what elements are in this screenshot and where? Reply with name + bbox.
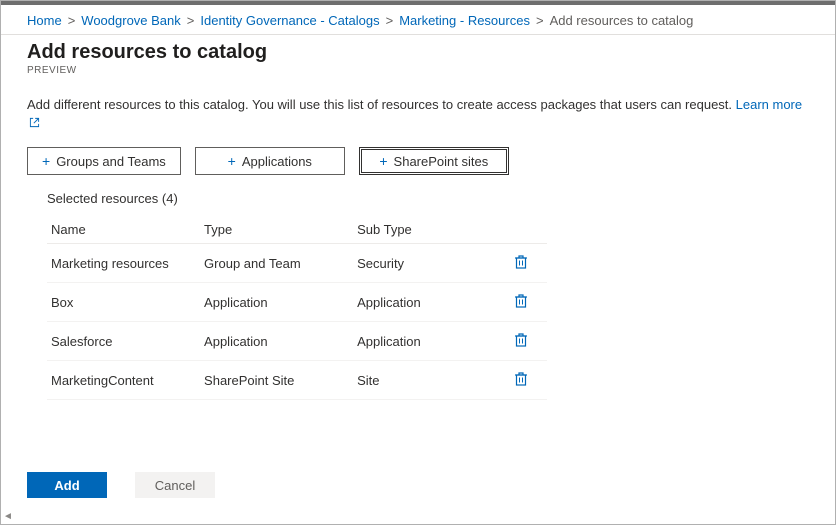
delete-row-button[interactable] bbox=[510, 330, 532, 352]
cell-type: Group and Team bbox=[200, 244, 353, 283]
breadcrumb-identity-governance[interactable]: Identity Governance - Catalogs bbox=[200, 13, 379, 28]
trash-icon bbox=[514, 371, 528, 390]
tab-label: Groups and Teams bbox=[56, 154, 166, 169]
table-header-row: Name Type Sub Type bbox=[47, 216, 547, 244]
trash-icon bbox=[514, 254, 528, 273]
scroll-left-icon[interactable]: ◄ bbox=[3, 511, 13, 522]
breadcrumb-home[interactable]: Home bbox=[27, 13, 62, 28]
breadcrumb-current: Add resources to catalog bbox=[550, 13, 694, 28]
breadcrumb-woodgrove[interactable]: Woodgrove Bank bbox=[81, 13, 181, 28]
tab-sharepoint-sites[interactable]: + SharePoint sites bbox=[359, 147, 509, 175]
selected-resources-heading: Selected resources (4) bbox=[47, 191, 795, 206]
page-header: Add resources to catalog PREVIEW bbox=[1, 35, 835, 78]
cell-type: SharePoint Site bbox=[200, 361, 353, 400]
cell-name: MarketingContent bbox=[47, 361, 200, 400]
plus-icon: + bbox=[42, 154, 50, 168]
cell-type: Application bbox=[200, 322, 353, 361]
chevron-right-icon: > bbox=[386, 13, 394, 28]
cell-subtype: Application bbox=[353, 283, 506, 322]
tab-label: SharePoint sites bbox=[394, 154, 489, 169]
table-row: Marketing resourcesGroup and TeamSecurit… bbox=[47, 244, 547, 283]
cancel-button[interactable]: Cancel bbox=[135, 472, 215, 498]
delete-row-button[interactable] bbox=[510, 369, 532, 391]
cell-subtype: Site bbox=[353, 361, 506, 400]
chevron-right-icon: > bbox=[536, 13, 544, 28]
chevron-right-icon: > bbox=[68, 13, 76, 28]
column-type[interactable]: Type bbox=[200, 216, 353, 244]
cell-subtype: Application bbox=[353, 322, 506, 361]
table-row: SalesforceApplicationApplication bbox=[47, 322, 547, 361]
preview-badge: PREVIEW bbox=[27, 65, 809, 76]
trash-icon bbox=[514, 332, 528, 351]
cell-name: Marketing resources bbox=[47, 244, 200, 283]
table-row: MarketingContentSharePoint SiteSite bbox=[47, 361, 547, 400]
cell-name: Salesforce bbox=[47, 322, 200, 361]
external-link-icon bbox=[29, 115, 40, 133]
selected-resources-table: Name Type Sub Type Marketing resourcesGr… bbox=[47, 216, 547, 400]
intro-text: Add different resources to this catalog.… bbox=[1, 78, 835, 147]
tab-label: Applications bbox=[242, 154, 312, 169]
intro-body: Add different resources to this catalog.… bbox=[27, 97, 736, 112]
column-name[interactable]: Name bbox=[47, 216, 200, 244]
chevron-right-icon: > bbox=[187, 13, 195, 28]
cell-type: Application bbox=[200, 283, 353, 322]
tab-applications[interactable]: + Applications bbox=[195, 147, 345, 175]
delete-row-button[interactable] bbox=[510, 252, 532, 274]
table-row: BoxApplicationApplication bbox=[47, 283, 547, 322]
plus-icon: + bbox=[379, 154, 387, 168]
add-button[interactable]: Add bbox=[27, 472, 107, 498]
tab-groups-teams[interactable]: + Groups and Teams bbox=[27, 147, 181, 175]
footer-actions: Add Cancel bbox=[27, 472, 215, 498]
cell-name: Box bbox=[47, 283, 200, 322]
breadcrumb-marketing-resources[interactable]: Marketing - Resources bbox=[399, 13, 530, 28]
cell-subtype: Security bbox=[353, 244, 506, 283]
breadcrumb: Home > Woodgrove Bank > Identity Governa… bbox=[1, 5, 835, 34]
page-title: Add resources to catalog bbox=[27, 41, 809, 64]
resource-type-tabs: + Groups and Teams + Applications + Shar… bbox=[1, 147, 835, 191]
column-subtype[interactable]: Sub Type bbox=[353, 216, 506, 244]
plus-icon: + bbox=[228, 154, 236, 168]
trash-icon bbox=[514, 293, 528, 312]
delete-row-button[interactable] bbox=[510, 291, 532, 313]
